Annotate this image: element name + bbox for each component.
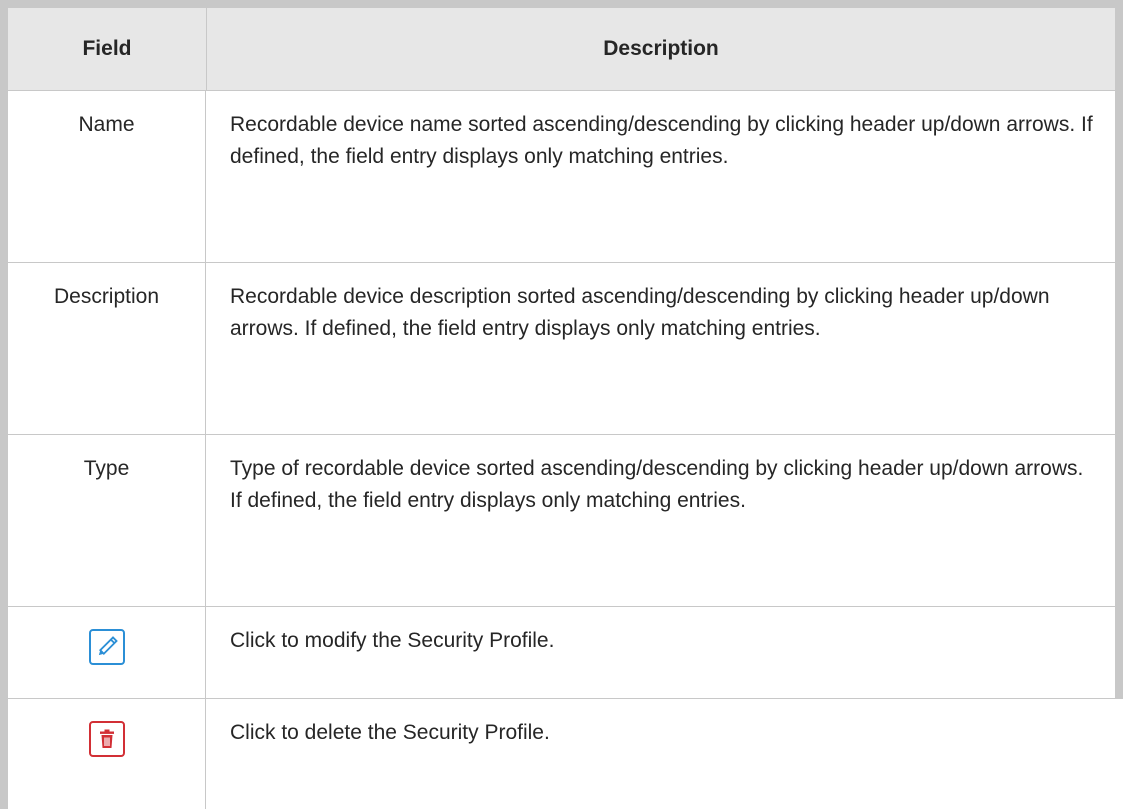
table-header-row: Field Description [0,0,1123,91]
table-row: Click to delete the Security Profile. [0,699,1123,809]
trash-icon [88,721,125,757]
delete-button-icon [88,721,125,757]
field-name-cell: Type [0,435,206,607]
field-description-table: Field Description Name Recordable device… [0,0,1123,809]
header-field: Field [0,0,206,91]
edit-button-icon [88,629,125,665]
table-row: Type Type of recordable device sorted as… [0,435,1123,607]
field-name-cell: Name [0,91,206,263]
description-cell: Click to delete the Security Profile. [230,721,550,744]
field-icon-cell [0,699,206,809]
table-row: Description Recordable device descriptio… [0,263,1123,435]
description-cell: Click to modify the Security Profile. [206,607,1123,699]
table-row: Name Recordable device name sorted ascen… [0,91,1123,263]
description-cell: Recordable device description sorted asc… [206,263,1123,435]
description-cell: Type of recordable device sorted ascendi… [206,435,1123,607]
description-cell: Recordable device name sorted ascending/… [206,91,1123,263]
table-row: Click to modify the Security Profile. [0,607,1123,699]
pencil-icon [88,629,125,665]
header-description: Description [206,0,1123,91]
field-icon-cell [0,607,206,699]
field-name-cell: Description [0,263,206,435]
